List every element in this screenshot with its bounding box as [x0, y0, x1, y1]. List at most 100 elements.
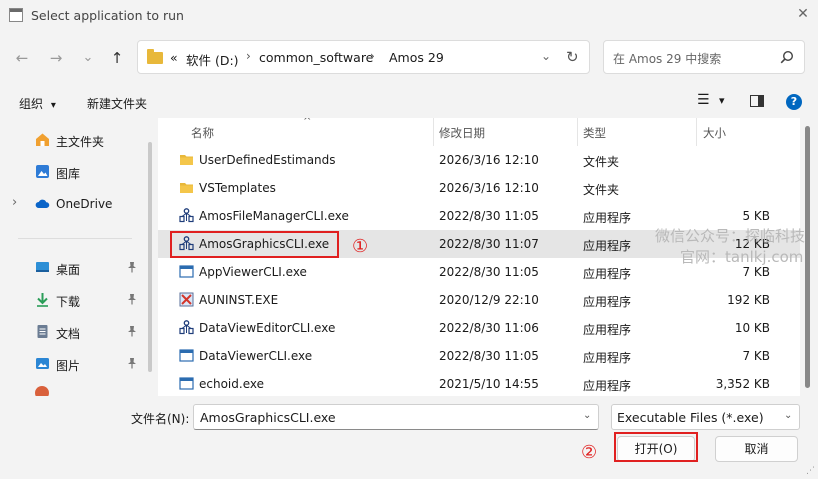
chevron-down-icon[interactable]: ⌄	[583, 410, 591, 421]
table-row[interactable]: DataViewerCLI.exe 2022/8/30 11:05 应用程序 7 KB	[158, 342, 800, 370]
file-name: DataViewerCLI.exe	[199, 349, 313, 363]
file-date: 2020/12/9 22:10	[439, 293, 539, 307]
column-divider[interactable]	[577, 118, 578, 146]
window-app-icon	[179, 376, 194, 391]
sidebar-item-pictures[interactable]: 图片	[0, 350, 150, 378]
expand-chevron-icon[interactable]: ›	[12, 195, 17, 210]
column-divider[interactable]	[433, 118, 434, 146]
file-type: 应用程序	[583, 295, 632, 309]
close-icon[interactable]: ✕	[795, 6, 811, 22]
address-bar[interactable]: « 软件 (D:) › common_software › Amos 29 ⌄ …	[137, 40, 590, 74]
chevron-down-icon[interactable]: ⌄	[541, 49, 551, 63]
chevron-down-icon: ▾	[50, 100, 56, 111]
cloud-icon	[35, 199, 50, 208]
file-type-select[interactable]: Executable Files (*.exe) ⌄	[611, 404, 800, 430]
table-row[interactable]: VSTemplates 2026/3/16 12:10 文件夹	[158, 174, 800, 202]
sidebar-item-label: 主文件夹	[56, 135, 105, 149]
file-name: AmosFileManagerCLI.exe	[199, 209, 349, 223]
column-header-date[interactable]: 修改日期	[439, 125, 485, 141]
breadcrumb-folder[interactable]: common_software	[259, 50, 373, 65]
picture-icon	[36, 358, 49, 369]
file-size: 7 KB	[742, 349, 770, 363]
file-type: 应用程序	[583, 211, 632, 225]
sidebar-item-gallery[interactable]: 图库	[0, 158, 150, 186]
window-app-icon	[179, 264, 194, 279]
search-input[interactable]: 在 Amos 29 中搜索	[613, 50, 721, 67]
file-size: 5 KB	[742, 209, 770, 223]
view-options-icon[interactable]: ☰	[697, 92, 710, 108]
breadcrumb-current[interactable]: Amos 29	[389, 50, 444, 65]
column-header-size[interactable]: 大小	[703, 125, 726, 141]
window-icon	[9, 8, 23, 22]
column-headers: 名称 ^ 修改日期 类型 大小	[158, 118, 800, 146]
annotation-highlight-open	[614, 432, 698, 462]
organize-label: 组织	[19, 97, 44, 111]
pin-icon[interactable]	[127, 325, 137, 340]
pin-icon[interactable]	[127, 293, 137, 308]
sidebar-item-onedrive[interactable]: › OneDrive	[0, 190, 150, 218]
pin-icon[interactable]	[127, 357, 137, 372]
music-icon[interactable]	[35, 386, 49, 396]
amos-app-icon	[179, 320, 194, 335]
file-type: 文件夹	[583, 155, 620, 169]
file-name: AUNINST.EXE	[199, 293, 279, 307]
file-date: 2026/3/16 12:10	[439, 153, 539, 167]
table-row[interactable]: DataViewEditorCLI.exe 2022/8/30 11:06 应用程序…	[158, 314, 800, 342]
table-row[interactable]: AUNINST.EXE 2020/12/9 22:10 应用程序 192 KB	[158, 286, 800, 314]
filename-field[interactable]: AmosGraphicsCLI.exe ⌄	[193, 404, 599, 430]
breadcrumb-drive[interactable]: 软件 (D:)	[186, 50, 239, 69]
sidebar-item-label: 文档	[56, 327, 81, 341]
resize-grip-icon[interactable]: ⋰	[806, 466, 816, 476]
filename-label: 文件名(N):	[131, 412, 190, 426]
sidebar-item-downloads[interactable]: 下载	[0, 286, 150, 314]
gallery-icon	[36, 165, 49, 178]
organize-menu[interactable]: 组织 ▾	[19, 95, 56, 112]
file-name: AppViewerCLI.exe	[199, 265, 307, 279]
annotation-marker-2: ②	[581, 442, 598, 463]
chevron-down-icon[interactable]: ⌄	[784, 410, 792, 421]
sidebar-item-label: OneDrive	[56, 197, 113, 211]
column-divider[interactable]	[696, 118, 697, 146]
file-date: 2022/8/30 11:05	[439, 265, 539, 279]
view-dropdown-icon[interactable]: ▾	[719, 94, 725, 107]
refresh-icon[interactable]: ↻	[566, 48, 579, 66]
window-title: Select application to run	[31, 8, 184, 23]
up-arrow-icon[interactable]: ↑	[106, 47, 128, 69]
scrollbar-thumb[interactable]	[805, 126, 810, 388]
table-row[interactable]: UserDefinedEstimands 2026/3/16 12:10 文件夹	[158, 146, 800, 174]
divider	[18, 238, 132, 239]
file-date: 2022/8/30 11:06	[439, 321, 539, 335]
table-row[interactable]: echoid.exe 2021/5/10 14:55 应用程序 3,352 KB	[158, 370, 800, 396]
desktop-icon	[36, 262, 49, 272]
file-type: 文件夹	[583, 183, 620, 197]
recent-locations-icon[interactable]: ⌄	[77, 47, 99, 69]
file-size: 7 KB	[742, 265, 770, 279]
column-header-type[interactable]: 类型	[583, 125, 606, 141]
sidebar-item-label: 桌面	[56, 263, 81, 277]
file-name: UserDefinedEstimands	[199, 153, 336, 167]
back-arrow-icon[interactable]: ←	[11, 47, 33, 69]
column-header-name[interactable]: 名称	[191, 125, 214, 141]
new-folder-button[interactable]: 新建文件夹	[87, 95, 147, 112]
search-icon[interactable]	[780, 50, 794, 64]
cancel-button[interactable]: 取消	[715, 436, 798, 462]
sidebar-item-home[interactable]: 主文件夹	[0, 126, 150, 154]
annotation-marker-1: ①	[352, 236, 369, 257]
file-name: VSTemplates	[199, 181, 276, 195]
file-type: 应用程序	[583, 379, 632, 393]
sidebar-item-documents[interactable]: 文档	[0, 318, 150, 346]
sidebar-item-label: 下载	[56, 295, 81, 309]
sidebar-item-label: 图库	[56, 167, 81, 181]
file-type: 应用程序	[583, 267, 632, 281]
help-icon[interactable]: ?	[786, 94, 802, 110]
preview-pane-icon[interactable]	[750, 95, 764, 107]
pin-icon[interactable]	[127, 261, 137, 276]
sidebar-item-desktop[interactable]: 桌面	[0, 254, 150, 282]
breadcrumb-more[interactable]: «	[170, 50, 178, 65]
watermark-line-1: 微信公众号：探临科技	[655, 227, 806, 245]
breadcrumb-separator: ›	[246, 49, 251, 63]
filename-input[interactable]: AmosGraphicsCLI.exe	[200, 410, 336, 425]
sidebar-scrollbar[interactable]	[148, 142, 152, 372]
forward-arrow-icon[interactable]: →	[45, 47, 67, 69]
search-box[interactable]: 在 Amos 29 中搜索	[603, 40, 805, 74]
